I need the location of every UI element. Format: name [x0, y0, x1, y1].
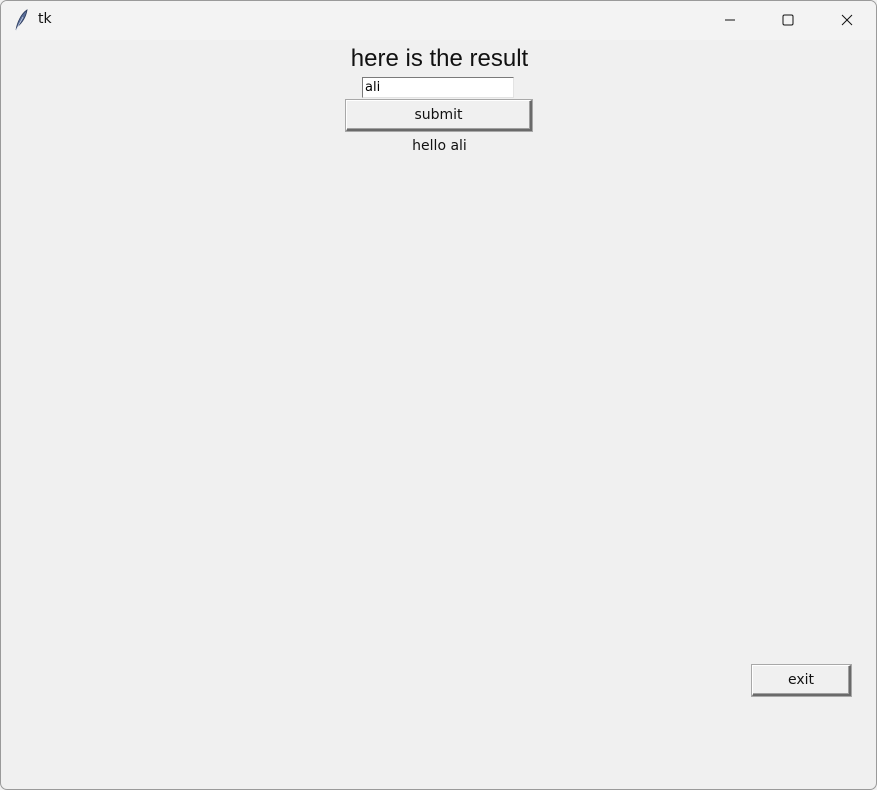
maximize-icon: [782, 11, 794, 30]
name-input[interactable]: [362, 77, 514, 98]
result-label: hello ali: [412, 138, 467, 154]
exit-button[interactable]: exit: [752, 665, 851, 696]
feather-icon: [13, 9, 29, 31]
maximize-button[interactable]: [759, 1, 817, 40]
close-button[interactable]: [818, 1, 876, 40]
minimize-icon: [724, 11, 736, 30]
title-bar[interactable]: tk: [1, 1, 876, 40]
submit-button[interactable]: submit: [346, 100, 532, 131]
page-title: here is the result: [350, 45, 529, 72]
minimize-button[interactable]: [701, 1, 759, 40]
close-icon: [841, 11, 853, 30]
window-title: tk: [38, 11, 52, 27]
app-window: tk here is the result submit hello ali e…: [0, 0, 877, 790]
